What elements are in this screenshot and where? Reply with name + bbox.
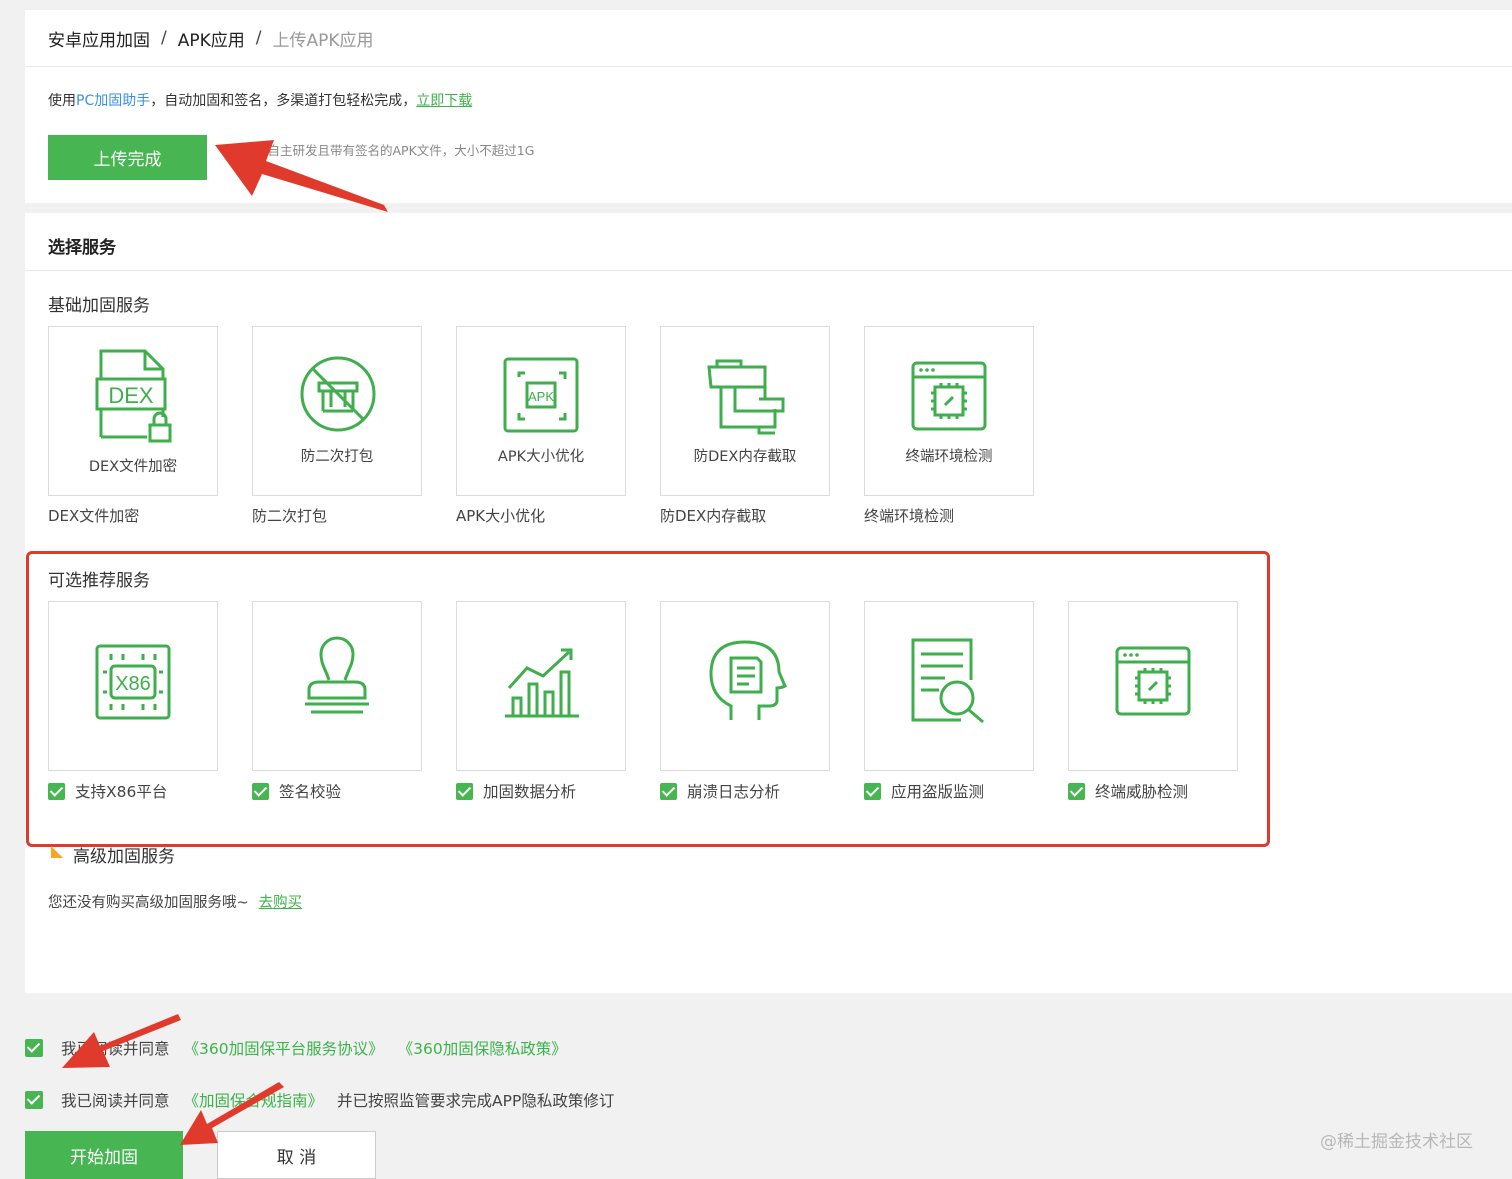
basic-label-dex-encrypt: DEX文件加密: [48, 507, 140, 525]
download-now-link[interactable]: 立即下载: [416, 93, 472, 109]
agreement-prefix: 我已阅读并同意: [61, 1092, 170, 1110]
basic-service-title: 基础加固服务: [48, 296, 150, 316]
upload-tip: 请提交自主研发且带有签名的APK文件，大小不超过1G: [230, 143, 535, 158]
breadcrumb-apk-app[interactable]: APK应用: [178, 26, 245, 51]
section-title: 选择服务: [48, 238, 116, 258]
agreement-row-1: 我已阅读并同意 《360加固保平台服务协议》 《360加固保隐私政策》: [25, 1037, 567, 1059]
breadcrumb: 安卓应用加固 / APK应用 / 上传APK应用: [48, 24, 374, 52]
basic-card-apk-optimize[interactable]: APK APK大小优化: [456, 326, 626, 496]
privacy-policy-link[interactable]: 《360加固保隐私政策》: [398, 1037, 567, 1059]
dex-icon-text: DEX: [108, 383, 154, 408]
pc-helper-link[interactable]: PC加固助手: [76, 93, 150, 109]
start-hardening-button[interactable]: 开始加固: [25, 1131, 183, 1179]
compliance-guide-link[interactable]: 《加固保合规指南》: [184, 1089, 324, 1111]
basic-card-dex-encrypt[interactable]: DEX DEX文件加密: [48, 326, 218, 496]
divider: [25, 66, 1512, 67]
memory-intercept-icon: [707, 359, 785, 435]
flag-icon: [51, 846, 63, 858]
agreement-checkbox-2[interactable]: [25, 1091, 43, 1109]
helper-tip: 使用PC加固助手，自动加固和签名，多渠道打包轻松完成，立即下载: [48, 90, 472, 110]
basic-label-terminal-env: 终端环境检测: [864, 507, 955, 525]
basic-card-no-repack[interactable]: 防二次打包: [252, 326, 422, 496]
basic-card-terminal-env[interactable]: 终端环境检测: [864, 326, 1034, 496]
buy-link[interactable]: 去购买: [259, 895, 303, 911]
card-caption: DEX文件加密: [88, 459, 178, 475]
helper-tip-prefix: 使用: [48, 93, 76, 109]
breadcrumb-android-hardening[interactable]: 安卓应用加固: [48, 26, 150, 51]
agreement-row-2: 我已阅读并同意 《加固保合规指南》 并已按照监管要求完成APP隐私政策修订: [25, 1089, 614, 1111]
watermark: @稀土掘金技术社区: [1320, 1132, 1473, 1152]
basic-label-dex-memory: 防DEX内存截取: [660, 507, 767, 525]
basic-card-dex-memory[interactable]: 防DEX内存截取: [660, 326, 830, 496]
agreement-prefix: 我已阅读并同意: [61, 1040, 170, 1058]
apk-chip-icon: APK: [503, 357, 579, 433]
card-caption: 防二次打包: [300, 449, 374, 465]
apk-icon-text: APK: [528, 389, 554, 404]
basic-label-apk-optimize: APK大小优化: [456, 507, 546, 525]
agreement-suffix: 并已按照监管要求完成APP隐私政策修订: [337, 1092, 615, 1110]
breadcrumb-separator: /: [255, 28, 262, 48]
advanced-service-title: 高级加固服务: [73, 847, 175, 867]
upload-panel: 安卓应用加固 / APK应用 / 上传APK应用 使用PC加固助手，自动加固和签…: [25, 10, 1512, 203]
card-caption: 终端环境检测: [905, 449, 993, 465]
breadcrumb-current: 上传APK应用: [272, 30, 374, 51]
no-repack-icon: [300, 356, 376, 432]
card-caption: APK大小优化: [497, 449, 585, 465]
annotation-highlight-box: [26, 551, 1270, 847]
card-caption: 防DEX内存截取: [693, 449, 797, 465]
divider: [25, 270, 1512, 271]
upload-complete-button[interactable]: 上传完成: [48, 135, 207, 180]
advanced-tip-text: 您还没有购买高级加固服务哦~: [48, 895, 249, 911]
advanced-service-tip: 您还没有购买高级加固服务哦~ 去购买: [48, 891, 302, 912]
basic-label-no-repack: 防二次打包: [252, 507, 328, 525]
agreement-checkbox-1[interactable]: [25, 1039, 43, 1057]
service-agreement-link[interactable]: 《360加固保平台服务协议》: [184, 1037, 384, 1059]
cancel-button[interactable]: 取 消: [217, 1131, 376, 1179]
breadcrumb-separator: /: [161, 28, 167, 48]
helper-tip-middle: ，自动加固和签名，多渠道打包轻松完成，: [150, 93, 417, 109]
terminal-env-icon: [911, 361, 987, 431]
